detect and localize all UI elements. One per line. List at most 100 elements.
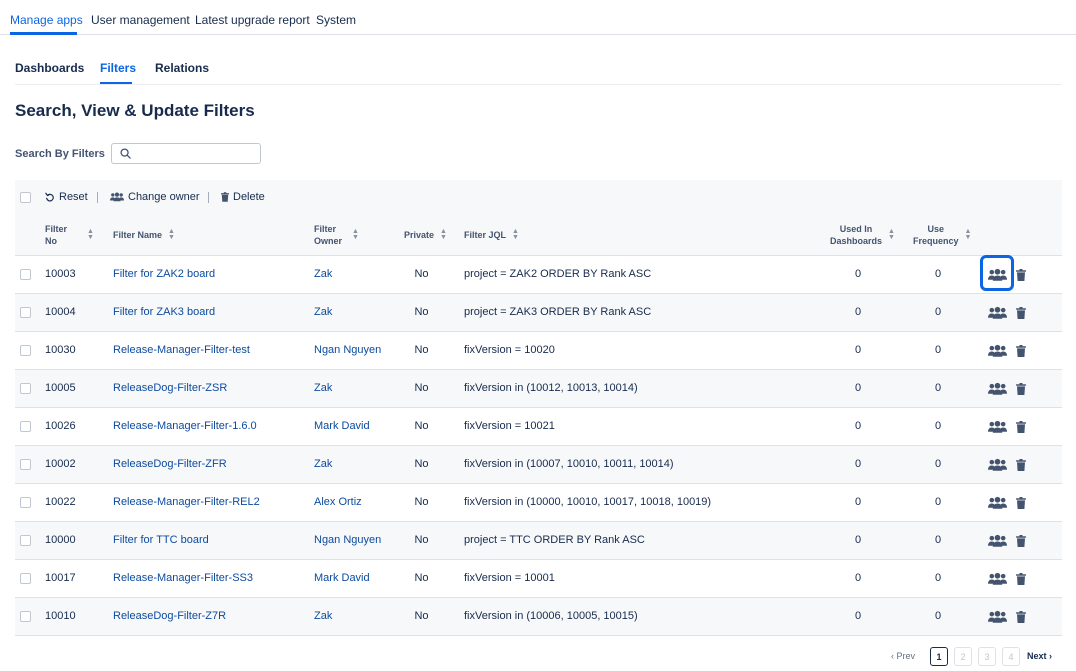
tab-system[interactable]: System xyxy=(316,13,356,27)
trash-icon xyxy=(1016,611,1026,623)
change-owner-row-button[interactable] xyxy=(987,303,1007,323)
toolbar-separator xyxy=(208,192,209,203)
delete-row-button[interactable] xyxy=(1014,570,1028,588)
filter-jql: fixVersion = 10001 xyxy=(464,572,555,584)
filter-no: 10004 xyxy=(45,306,76,318)
users-icon xyxy=(987,306,1007,320)
filter-owner-link[interactable]: Ngan Nguyen xyxy=(314,534,381,546)
row-checkbox[interactable] xyxy=(20,307,31,318)
use-frequency: 0 xyxy=(934,572,942,584)
change-owner-row-button[interactable] xyxy=(987,493,1007,513)
users-icon xyxy=(987,572,1007,586)
filter-owner-link[interactable]: Mark David xyxy=(314,572,370,584)
row-checkbox[interactable] xyxy=(20,459,31,470)
header-filter-jql[interactable]: Filter JQL ▲ ▼ xyxy=(464,228,519,241)
page-3-button[interactable]: 3 xyxy=(978,647,996,666)
row-checkbox[interactable] xyxy=(20,421,31,432)
delete-row-button[interactable] xyxy=(1014,494,1028,512)
filter-name-link[interactable]: Release-Manager-Filter-1.6.0 xyxy=(113,420,257,432)
filter-owner-link[interactable]: Zak xyxy=(314,382,332,394)
tab-user-management[interactable]: User management xyxy=(91,13,190,27)
change-owner-row-button[interactable] xyxy=(987,569,1007,589)
filter-private: No xyxy=(414,572,429,584)
filter-name-link[interactable]: ReleaseDog-Filter-ZSR xyxy=(113,382,227,394)
filter-name-link[interactable]: Release-Manager-Filter-SS3 xyxy=(113,572,253,584)
delete-row-button[interactable] xyxy=(1014,456,1028,474)
header-filter-name[interactable]: Filter Name ▲ ▼ xyxy=(113,228,175,241)
page-1-button[interactable]: 1 xyxy=(930,647,948,666)
search-box[interactable] xyxy=(111,143,261,164)
filter-name-link[interactable]: Release-Manager-Filter-test xyxy=(113,344,250,356)
sort-icon: ▲ ▼ xyxy=(888,228,895,241)
users-icon xyxy=(987,610,1007,624)
tab-manage-apps[interactable]: Manage apps xyxy=(10,13,83,27)
used-in-dashboards: 0 xyxy=(854,534,862,546)
row-checkbox[interactable] xyxy=(20,269,31,280)
row-checkbox[interactable] xyxy=(20,345,31,356)
trash-icon xyxy=(1016,497,1026,509)
header-filter-owner[interactable]: Filter Owner ▲ ▼ xyxy=(314,223,359,247)
row-checkbox[interactable] xyxy=(20,611,31,622)
reset-button[interactable]: Reset xyxy=(45,191,88,203)
filter-name-link[interactable]: ReleaseDog-Filter-Z7R xyxy=(113,610,226,622)
filter-name-link[interactable]: ReleaseDog-Filter-ZFR xyxy=(113,458,227,470)
change-owner-row-button[interactable] xyxy=(987,417,1007,437)
delete-row-button[interactable] xyxy=(1014,266,1028,284)
delete-row-button[interactable] xyxy=(1014,418,1028,436)
filter-name-link[interactable]: Release-Manager-Filter-REL2 xyxy=(113,496,260,508)
row-checkbox[interactable] xyxy=(20,383,31,394)
subtab-relations[interactable]: Relations xyxy=(155,61,209,75)
change-owner-row-button[interactable] xyxy=(987,265,1007,285)
subtab-dashboards[interactable]: Dashboards xyxy=(15,61,84,75)
delete-row-button[interactable] xyxy=(1014,608,1028,626)
change-owner-row-button[interactable] xyxy=(987,531,1007,551)
filter-owner-link[interactable]: Zak xyxy=(314,306,332,318)
change-owner-row-button[interactable] xyxy=(987,341,1007,361)
filter-owner-link[interactable]: Zak xyxy=(314,268,332,280)
row-checkbox[interactable] xyxy=(20,497,31,508)
header-used-in-dashboards[interactable]: Used In Dashboards ▲ ▼ xyxy=(830,223,895,247)
change-owner-button[interactable]: Change owner xyxy=(110,191,200,203)
change-owner-row-button[interactable] xyxy=(987,607,1007,627)
trash-icon xyxy=(1016,459,1026,471)
filter-owner-link[interactable]: Zak xyxy=(314,458,332,470)
tab-latest-upgrade-report[interactable]: Latest upgrade report xyxy=(195,13,310,27)
select-all-checkbox[interactable] xyxy=(20,192,31,203)
use-frequency: 0 xyxy=(934,610,942,622)
filter-name-link[interactable]: Filter for TTC board xyxy=(113,534,209,546)
filter-private: No xyxy=(414,458,429,470)
filter-owner-link[interactable]: Mark David xyxy=(314,420,370,432)
filter-owner-link[interactable]: Alex Ortiz xyxy=(314,496,362,508)
delete-row-button[interactable] xyxy=(1014,380,1028,398)
filter-name-link[interactable]: Filter for ZAK2 board xyxy=(113,268,215,280)
header-private[interactable]: Private ▲ ▼ xyxy=(404,228,447,241)
filter-owner-link[interactable]: Zak xyxy=(314,610,332,622)
filter-jql: project = TTC ORDER BY Rank ASC xyxy=(464,534,645,546)
page-2-button[interactable]: 2 xyxy=(954,647,972,666)
prev-page-button[interactable]: ‹ Prev xyxy=(891,651,915,661)
trash-icon xyxy=(1016,421,1026,433)
change-owner-row-button[interactable] xyxy=(987,455,1007,475)
delete-button[interactable]: Delete xyxy=(221,191,265,203)
header-filter-no[interactable]: Filter No ▲ ▼ xyxy=(45,223,94,247)
page-4-button[interactable]: 4 xyxy=(1002,647,1020,666)
filter-name-link[interactable]: Filter for ZAK3 board xyxy=(113,306,215,318)
delete-row-button[interactable] xyxy=(1014,304,1028,322)
change-owner-row-button[interactable] xyxy=(987,379,1007,399)
header-use-frequency[interactable]: Use Frequency ▲ ▼ xyxy=(913,223,971,247)
header-private-label: Private xyxy=(404,230,435,240)
search-input[interactable] xyxy=(138,146,256,161)
subtab-filters[interactable]: Filters xyxy=(100,61,136,75)
next-page-button[interactable]: Next › xyxy=(1027,651,1052,661)
header-used-line1: Used In xyxy=(839,224,873,234)
delete-row-button[interactable] xyxy=(1014,342,1028,360)
delete-row-button[interactable] xyxy=(1014,532,1028,550)
filter-owner-link[interactable]: Ngan Nguyen xyxy=(314,344,381,356)
row-checkbox[interactable] xyxy=(20,573,31,584)
use-frequency: 0 xyxy=(934,496,942,508)
use-frequency: 0 xyxy=(934,458,942,470)
bulk-toolbar: Reset Change owner Delete xyxy=(15,180,1062,215)
row-checkbox[interactable] xyxy=(20,535,31,546)
used-in-dashboards: 0 xyxy=(854,382,862,394)
filter-no: 10017 xyxy=(45,572,76,584)
